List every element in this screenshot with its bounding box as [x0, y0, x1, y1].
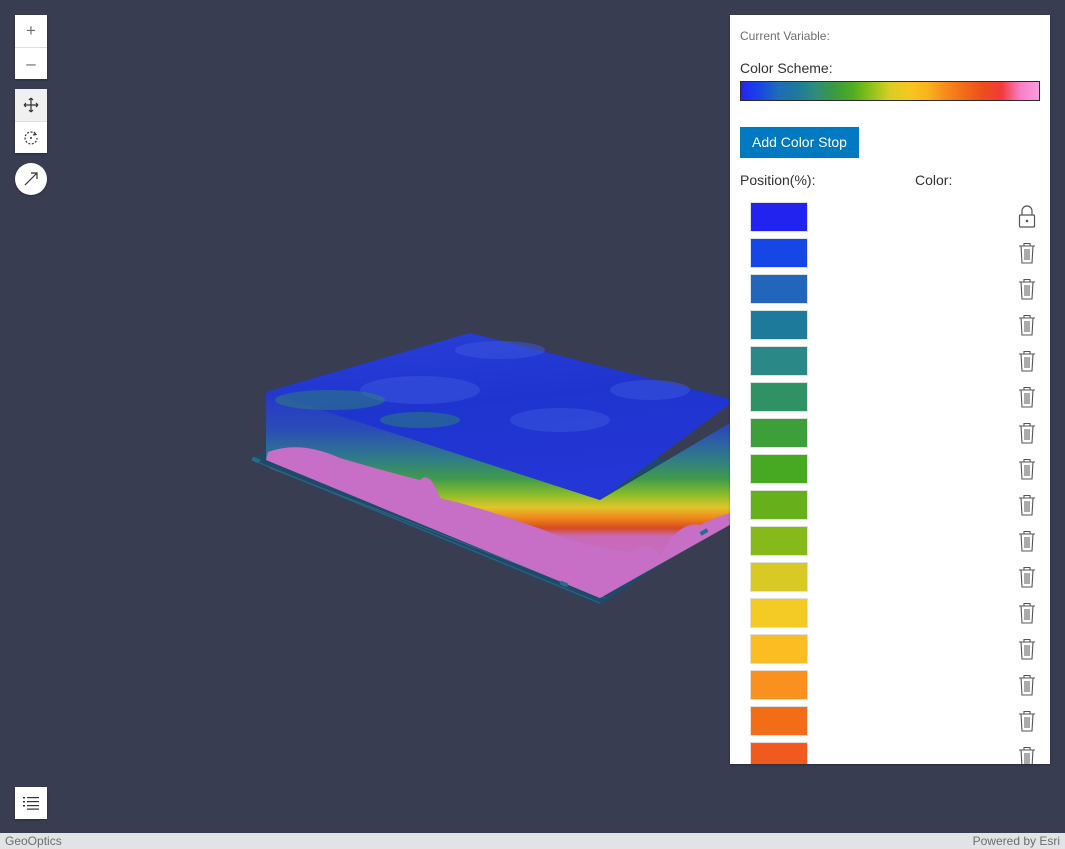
delete-stop-button[interactable]: [1016, 528, 1038, 554]
color-stop-row: [740, 202, 1040, 238]
trash-icon: [1019, 710, 1035, 732]
trash-icon: [1019, 566, 1035, 588]
color-stop-row: [740, 634, 1040, 670]
color-stop-swatch[interactable]: [750, 670, 808, 700]
trash-icon: [1019, 674, 1035, 696]
attribution-text: GeoOptics: [5, 834, 62, 848]
color-stop-swatch[interactable]: [750, 526, 808, 556]
color-stop-row: [740, 742, 1040, 764]
lock-icon: [1018, 205, 1036, 228]
trash-icon: [1019, 242, 1035, 264]
delete-stop-button[interactable]: [1016, 672, 1038, 698]
scene-view[interactable]: + – Current Variable: Color Scheme: Add …: [0, 0, 1065, 833]
color-stop-row: [740, 490, 1040, 526]
trash-icon: [1019, 422, 1035, 444]
color-stop-row: [740, 706, 1040, 742]
trash-icon: [1019, 746, 1035, 764]
color-stop-swatch[interactable]: [750, 202, 808, 232]
rotate-button[interactable]: [15, 121, 47, 153]
delete-stop-button[interactable]: [1016, 276, 1038, 302]
color-scheme-bar[interactable]: [740, 81, 1040, 101]
delete-stop-button[interactable]: [1016, 708, 1038, 734]
color-stop-row: [740, 382, 1040, 418]
navigation-toggle: [15, 89, 47, 153]
current-variable-label: Current Variable:: [740, 29, 830, 43]
color-stop-swatch[interactable]: [750, 454, 808, 484]
zoom-out-button[interactable]: –: [15, 47, 47, 79]
zoom-widget: + –: [15, 15, 47, 79]
delete-stop-button[interactable]: [1016, 564, 1038, 590]
delete-stop-button[interactable]: [1016, 492, 1038, 518]
color-stop-swatch[interactable]: [750, 274, 808, 304]
layer-list-button[interactable]: [15, 787, 47, 819]
color-stop-row: [740, 238, 1040, 274]
trash-icon: [1019, 350, 1035, 372]
pan-icon: [23, 97, 39, 113]
zoom-in-button[interactable]: +: [15, 15, 47, 47]
color-stop-swatch[interactable]: [750, 742, 808, 764]
color-stop-row: [740, 346, 1040, 382]
delete-stop-button[interactable]: [1016, 600, 1038, 626]
trash-icon: [1019, 530, 1035, 552]
color-stop-row: [740, 310, 1040, 346]
color-stop-swatch[interactable]: [750, 706, 808, 736]
add-color-stop-button[interactable]: Add Color Stop: [740, 127, 859, 158]
color-stop-row: [740, 526, 1040, 562]
trash-icon: [1019, 638, 1035, 660]
pan-button[interactable]: [15, 89, 47, 121]
trash-icon: [1019, 314, 1035, 336]
color-stop-swatch[interactable]: [750, 310, 808, 340]
delete-stop-button[interactable]: [1016, 456, 1038, 482]
compass-arrow-icon: [24, 172, 38, 186]
delete-stop-button[interactable]: [1016, 348, 1038, 374]
list-icon: [23, 797, 39, 810]
trash-icon: [1019, 386, 1035, 408]
powered-by-link[interactable]: Powered by Esri: [973, 833, 1060, 849]
position-header: Position(%):: [740, 172, 816, 188]
color-stop-row: [740, 598, 1040, 634]
layer-list-widget: [15, 787, 47, 819]
delete-stop-button[interactable]: [1016, 636, 1038, 662]
color-stop-swatch[interactable]: [750, 238, 808, 268]
delete-stop-button[interactable]: [1016, 312, 1038, 338]
stops-header: Position(%): Color:: [740, 172, 1040, 190]
color-stop-swatch[interactable]: [750, 634, 808, 664]
color-stop-swatch[interactable]: [750, 598, 808, 628]
color-stop-row: [740, 418, 1040, 454]
color-header: Color:: [915, 172, 953, 188]
color-scheme-panel: Current Variable: Color Scheme: Add Colo…: [730, 15, 1050, 764]
color-stop-swatch[interactable]: [750, 490, 808, 520]
trash-icon: [1019, 278, 1035, 300]
color-stop-row: [740, 670, 1040, 706]
lock-icon[interactable]: [1016, 204, 1038, 230]
color-stop-row: [740, 562, 1040, 598]
color-stop-swatch[interactable]: [750, 562, 808, 592]
delete-stop-button[interactable]: [1016, 420, 1038, 446]
delete-stop-button[interactable]: [1016, 240, 1038, 266]
color-stops-list: [740, 202, 1040, 764]
color-stop-row: [740, 454, 1040, 490]
delete-stop-button[interactable]: [1016, 744, 1038, 764]
trash-icon: [1019, 602, 1035, 624]
attribution-bar: GeoOptics Powered by Esri: [0, 833, 1065, 849]
trash-icon: [1019, 494, 1035, 516]
color-stop-row: [740, 274, 1040, 310]
trash-icon: [1019, 458, 1035, 480]
color-scheme-label: Color Scheme:: [740, 60, 833, 76]
color-stop-swatch[interactable]: [750, 418, 808, 448]
delete-stop-button[interactable]: [1016, 384, 1038, 410]
color-stop-swatch[interactable]: [750, 382, 808, 412]
rotate-icon: [24, 130, 38, 145]
compass-button[interactable]: [15, 163, 47, 195]
color-stop-swatch[interactable]: [750, 346, 808, 376]
